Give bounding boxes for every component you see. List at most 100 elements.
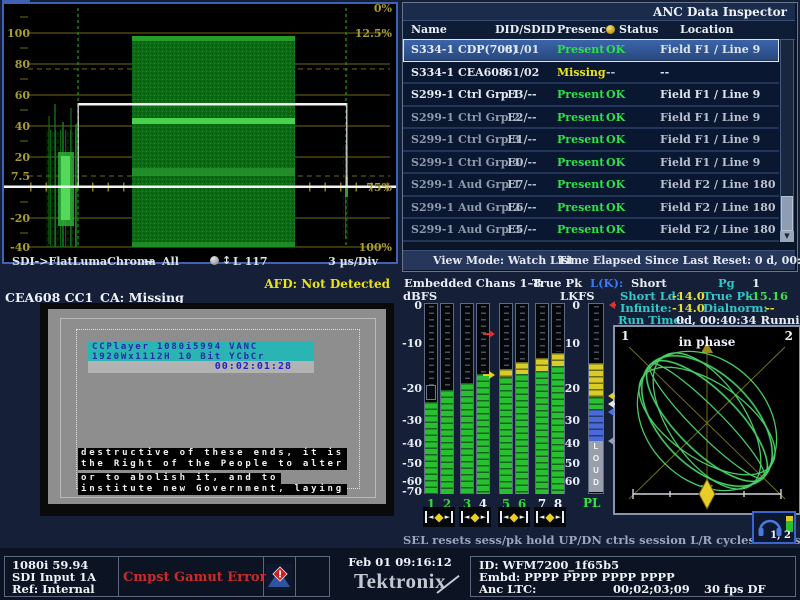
- cell-location: Field F1 / Line 9: [660, 43, 778, 56]
- lissajous-channel-left: 1: [621, 329, 629, 343]
- waveform-scale-right-label: 0%: [348, 2, 392, 15]
- cell-presence: Present: [557, 178, 607, 191]
- divider: [118, 557, 119, 596]
- cell-status: OK: [606, 133, 642, 146]
- cell-name: S299-1 Ctrl Grp 4: [411, 156, 477, 169]
- waveform-line-readout: L 117: [233, 255, 268, 268]
- headphone-monitor-box[interactable]: 1, 2: [752, 511, 796, 544]
- waveform-mode-readout: SDI->FlatLumaChroma: [12, 255, 156, 268]
- id-status-group: ID: WFM7200_1f65b5 Embd: PPPP PPPP PPPP …: [470, 556, 796, 597]
- waveform-scale-right-label: 75%: [348, 181, 392, 194]
- table-row[interactable]: S299-1 Ctrl Grp 2E2/--PresentOKField F1 …: [403, 107, 779, 130]
- cell-presence: Missing: [557, 66, 607, 79]
- dbfs-scale-label: -70: [396, 485, 422, 498]
- anc-title-bar: ANC Data Inspector: [403, 3, 795, 21]
- divider: [295, 557, 296, 596]
- table-row[interactable]: S299-1 Ctrl Grp 4E0/--PresentOKField F1 …: [403, 152, 779, 175]
- waveform-scale-left-label: 100: [6, 27, 30, 40]
- cell-location: Field F2 / Line 180: [660, 178, 778, 191]
- phase-meter-pair3: ◄◆►: [498, 507, 530, 527]
- cell-location: Field F2 / Line 180: [660, 223, 778, 236]
- pl-label: PL: [583, 496, 600, 510]
- vanc-source-overlay: CCPlayer 1080i5994 VANC 1920Wx1112H 10 B…: [88, 342, 314, 361]
- anc-title: ANC Data Inspector: [653, 5, 787, 19]
- cell-presence: Present: [557, 156, 607, 169]
- waveform-scale-left-label: 60: [6, 89, 30, 102]
- gamut-error-alarm: Cmpst Gamut Error: [123, 570, 261, 585]
- table-row[interactable]: S334-1 CDP(708)61/01PresentOKField F1 / …: [403, 39, 779, 62]
- column-header-name: Name: [411, 23, 447, 36]
- dbfs-scale-label: -30: [396, 414, 422, 427]
- waveform-scale-left-label: 20: [6, 151, 30, 164]
- cell-name: S299-1 Ctrl Grp 1: [411, 88, 477, 101]
- table-row[interactable]: S299-1 Aud Grp 2E6/--PresentOKField F2 /…: [403, 197, 779, 220]
- pair-loudness-marker-yellow: [489, 371, 499, 379]
- cell-name: S299-1 Aud Grp 1: [411, 178, 477, 191]
- cell-presence: Present: [557, 201, 607, 214]
- audio-help-text: SEL resets sess/pk hold UP/DN ctrls sess…: [403, 533, 800, 547]
- audio-title: Embedded Chans 1–8: [404, 276, 541, 290]
- dbfs-scale-label: -20: [396, 382, 422, 395]
- waveform-scale-left-label: 80: [6, 58, 30, 71]
- status-ball-icon: [606, 25, 615, 34]
- cell-presence: Present: [557, 88, 607, 101]
- waveform-scale-right-label: 100%: [348, 241, 392, 254]
- timecode-overlay: 00:02:01:28: [88, 361, 314, 373]
- table-row[interactable]: S334-1 CEA60861/02Missing----: [403, 62, 779, 85]
- waveform-tile[interactable]: SDI->FlatLumaChroma ↔ All ↕ L 117 3 µs/D…: [2, 2, 398, 264]
- lkfs-threshold-marker: [604, 400, 614, 408]
- datetime-readout: Feb 01 09:16:12: [330, 555, 470, 569]
- audio-lk-label: L(K):: [590, 276, 623, 290]
- pair-peak-marker-red: [489, 330, 499, 338]
- waveform-timebase-readout: 3 µs/Div: [300, 255, 378, 268]
- table-row[interactable]: S299-1 Ctrl Grp 1E3/--PresentOKField F1 …: [403, 84, 779, 107]
- dbfs-scale-label: -10: [396, 337, 422, 350]
- anc-elapsed-time: Time Elapsed Since Last Reset: 0 d, 00:4…: [558, 254, 800, 267]
- lissajous-plot: [615, 327, 799, 513]
- table-row[interactable]: S299-1 Ctrl Grp 3E1/--PresentOKField F1 …: [403, 129, 779, 152]
- cell-did: E1/--: [493, 133, 551, 146]
- waveform-display: [4, 4, 396, 250]
- lkfs-peak-marker-red: [605, 301, 615, 309]
- column-header-status: Status: [619, 23, 658, 36]
- phase-status-label: in phase: [642, 335, 772, 349]
- cell-name: S334-1 CEA608: [411, 66, 477, 79]
- cell-did: E5/--: [493, 223, 551, 236]
- caption-line: the Right of the People to alter: [78, 459, 347, 470]
- cell-name: S299-1 Aud Grp 2: [411, 201, 477, 214]
- anc-footer-bar: View Mode: Watch List Time Elapsed Since…: [403, 250, 795, 270]
- table-row[interactable]: S299-1 Aud Grp 1E7/--PresentOKField F2 /…: [403, 174, 779, 197]
- cell-status: OK: [606, 223, 642, 236]
- table-row[interactable]: S299-1 Aud Grp 3E5/--PresentOKField F2 /…: [403, 219, 779, 242]
- waveform-scale-left-label: 7.5: [6, 170, 30, 183]
- anc-scrollbar-thumb[interactable]: [781, 196, 793, 231]
- waveform-all-label: All: [162, 255, 179, 268]
- lkfs-threshold-marker: [604, 408, 614, 416]
- cell-location: --: [660, 66, 778, 79]
- caption-line: or to abolish it, and to: [78, 473, 281, 484]
- anc-ltc-value: 00;02;03;09: [613, 582, 690, 596]
- cell-name: S334-1 CDP(708): [411, 43, 477, 56]
- audio-meter-ch5: [499, 303, 513, 494]
- cell-presence: Present: [557, 133, 607, 146]
- reference-readout: Ref: Internal: [12, 582, 95, 596]
- wfm7200-screen: SDI->FlatLumaChroma ↔ All ↕ L 117 3 µs/D…: [0, 0, 800, 600]
- phase-meter-pair4: ◄◆►: [534, 507, 566, 527]
- lissajous-display: 1 2 in phase: [613, 325, 800, 515]
- audio-meter-ch1: [424, 303, 438, 494]
- audio-meter-ch6: [515, 303, 529, 494]
- cell-presence: Present: [557, 43, 607, 56]
- lkfs-threshold-marker: [604, 392, 614, 400]
- updown-arrow-icon: ↕: [222, 254, 231, 267]
- anc-column-header-row: Name DID/SDID Presence Status Location: [403, 21, 795, 40]
- audio-pg-value: 1: [752, 276, 760, 290]
- phase-meter-pair2: ◄◆►: [459, 507, 491, 527]
- cell-name: S299-1 Aud Grp 3: [411, 223, 477, 236]
- input-status-group: 1080i 59.94 SDI Input 1A Ref: Internal C…: [4, 556, 330, 597]
- cell-status: OK: [606, 111, 642, 124]
- lkfs-meter-bar: LOUD: [588, 303, 604, 494]
- dbfs-scale-label: -50: [396, 457, 422, 470]
- vanc-line-2: 1920Wx1112H 10 Bit YCbCr: [88, 353, 314, 362]
- audio-meter-ch4: [476, 303, 490, 494]
- scrollbar-down-button[interactable]: ▼: [780, 231, 794, 242]
